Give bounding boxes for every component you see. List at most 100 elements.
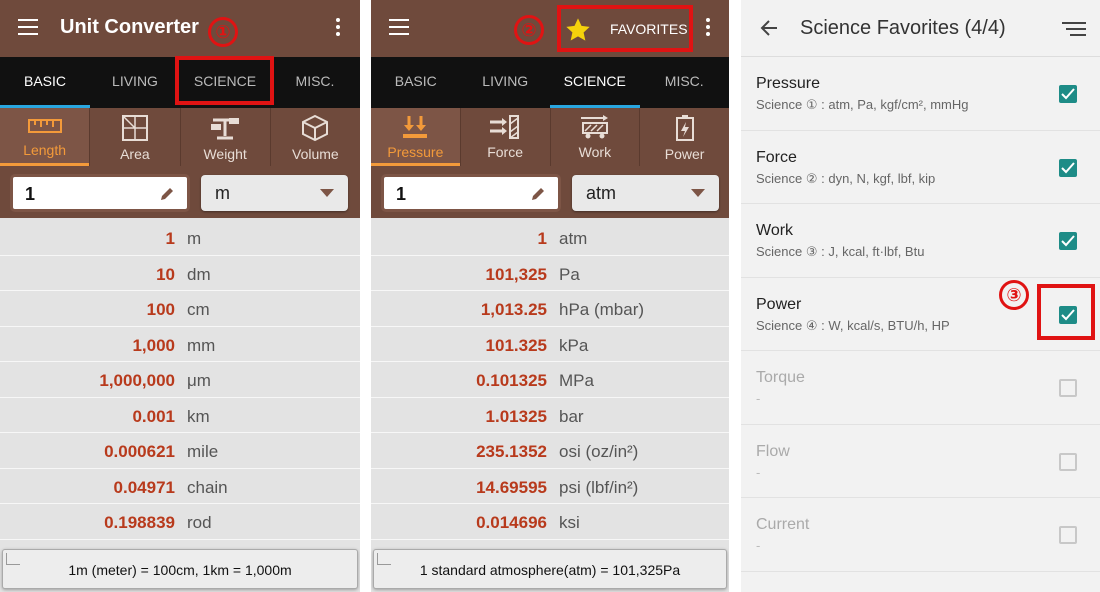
unit-dropdown[interactable]: atm: [572, 175, 719, 211]
favorite-item-work[interactable]: Work Science ③ : J, kcal, ft·lbf, Btu: [741, 204, 1100, 278]
result-row[interactable]: 0.001 km: [0, 398, 360, 433]
hamburger-menu-icon[interactable]: [389, 19, 409, 35]
result-unit: μm: [187, 371, 211, 390]
favorites-app-bar: Science Favorites (4/4): [741, 0, 1100, 57]
category-volume[interactable]: Volume: [271, 108, 360, 166]
overflow-menu-icon[interactable]: [335, 18, 341, 40]
result-unit: osi (oz/in²): [559, 442, 639, 461]
checkbox-checked[interactable]: [1059, 158, 1077, 177]
result-row[interactable]: 1m: [0, 220, 360, 256]
tab-living[interactable]: LIVING: [461, 57, 551, 108]
favorite-name: Work: [756, 222, 794, 239]
category-work[interactable]: Work: [551, 108, 641, 166]
favorite-item-pressure[interactable]: Pressure Science ① : atm, Pa, kgf/cm², m…: [741, 57, 1100, 131]
result-row[interactable]: 14.69595 psi (lbf/in²): [371, 469, 729, 504]
info-footer-button[interactable]: 1m (meter) = 100cm, 1km = 1,000m: [2, 549, 358, 589]
tab-misc[interactable]: MISC.: [270, 57, 360, 108]
favorite-name: Pressure: [756, 75, 821, 92]
favorite-units: -: [756, 391, 761, 406]
sort-icon[interactable]: [1062, 22, 1086, 36]
tab-basic[interactable]: BASIC: [371, 57, 461, 108]
favorite-name: Current: [756, 516, 810, 533]
result-value: 0.04971: [113, 477, 175, 497]
favorite-item-torque[interactable]: Torque -: [741, 351, 1100, 425]
result-row[interactable]: 1 atm: [371, 220, 729, 256]
favorite-item-flow[interactable]: Flow -: [741, 425, 1100, 498]
favorites-title: Science Favorites (4/4): [800, 17, 1006, 39]
category-power[interactable]: Power: [640, 108, 729, 166]
value-text: 1: [396, 184, 407, 204]
pressure-icon: [403, 116, 428, 138]
result-row[interactable]: 0.014696 ksi: [371, 504, 729, 540]
ruler-icon: [27, 119, 62, 133]
result-row[interactable]: 101.325 kPa: [371, 327, 729, 362]
result-value: 0.014696: [476, 513, 547, 532]
result-unit: cm: [187, 300, 210, 319]
checkbox-unchecked[interactable]: [1059, 452, 1077, 471]
result-row[interactable]: 1.01325 bar: [371, 398, 729, 433]
unit-dropdown[interactable]: m: [201, 175, 348, 211]
tab-living[interactable]: LIVING: [90, 57, 180, 108]
unit-selected: atm: [586, 183, 617, 203]
results-list: 1m 10 dm 100 cm 1,000 mm 1,000,000 μm 0.001 k…: [0, 220, 360, 540]
result-unit: m: [187, 229, 202, 248]
value-input[interactable]: 1: [10, 174, 190, 212]
grid-area-icon: [121, 115, 148, 141]
tab-basic[interactable]: BASIC: [0, 57, 90, 108]
result-row[interactable]: 0.101325 MPa: [371, 362, 729, 398]
check-icon: [1061, 88, 1075, 100]
category-length[interactable]: Length: [0, 108, 91, 166]
favorite-units: Science ② : dyn, N, kgf, lbf, kip: [756, 170, 936, 186]
input-row: 1 m: [0, 166, 360, 218]
top-tabs: BASIC LIVING SCIENCE MISC.: [371, 57, 729, 108]
result-value: 0.000621: [104, 442, 175, 461]
category-pressure[interactable]: Pressure: [371, 108, 461, 166]
result-row[interactable]: 101,325 Pa: [371, 256, 729, 291]
result-unit: hPa (mbar): [559, 300, 645, 319]
favorite-item-force[interactable]: Force Science ② : dyn, N, kgf, lbf, kip: [741, 131, 1100, 204]
checkbox-unchecked[interactable]: [1059, 379, 1077, 397]
hamburger-menu-icon[interactable]: [18, 19, 38, 35]
screen-science-favorites: Science Favorites (4/4) Pressure Science…: [741, 0, 1100, 592]
checkbox-checked[interactable]: [1059, 232, 1077, 250]
category-label: Work: [578, 144, 612, 160]
category-force[interactable]: Force: [461, 108, 551, 166]
info-footer-button[interactable]: 1 standard atmosphere(atm) = 101,325Pa: [373, 549, 727, 589]
result-row[interactable]: 1,000,000 μm: [0, 362, 360, 398]
category-bar: Pressure Force Work Power: [371, 108, 729, 166]
pencil-icon[interactable]: [530, 186, 546, 202]
pencil-icon[interactable]: [159, 186, 175, 202]
tab-science[interactable]: SCIENCE: [550, 57, 640, 108]
favorite-item-current[interactable]: Current -: [741, 498, 1100, 572]
result-row[interactable]: 100 cm: [0, 291, 360, 327]
back-arrow-icon[interactable]: [759, 18, 779, 38]
tab-misc[interactable]: MISC.: [640, 57, 730, 108]
result-row[interactable]: 235.1352 osi (oz/in²): [371, 433, 729, 469]
result-row[interactable]: 0.198839 rod: [0, 504, 360, 540]
battery-icon: [675, 115, 694, 141]
chevron-down-icon: [691, 189, 705, 197]
checkbox-unchecked[interactable]: [1059, 526, 1077, 544]
input-row: 1 atm: [371, 166, 729, 218]
category-label: Volume: [292, 146, 339, 162]
overflow-menu-icon[interactable]: [705, 18, 711, 40]
value-text: 1: [25, 184, 36, 204]
category-label: Area: [120, 146, 150, 162]
category-area[interactable]: Area: [90, 108, 181, 166]
result-value: 1: [537, 229, 547, 248]
result-value: 1,000: [132, 335, 175, 355]
result-row[interactable]: 0.000621 mile: [0, 433, 360, 469]
result-value: 0.001: [132, 406, 175, 426]
result-value: 1: [165, 229, 175, 248]
result-row[interactable]: 10 dm: [0, 256, 360, 291]
result-row[interactable]: 0.04971 chain: [0, 469, 360, 504]
value-input[interactable]: 1: [381, 174, 561, 212]
checkbox-checked[interactable]: [1059, 85, 1077, 103]
result-value: 101.325: [485, 335, 547, 355]
category-weight[interactable]: Weight: [181, 108, 271, 166]
result-row[interactable]: 1,000 mm: [0, 327, 360, 362]
result-row[interactable]: 1,013.25 hPa (mbar): [371, 291, 729, 327]
work-icon: [580, 115, 608, 139]
footer-text: 1 standard atmosphere(atm) = 101,325Pa: [419, 562, 681, 578]
favorite-units: Science ④ : W, kcal/s, BTU/h, HP: [756, 317, 950, 333]
